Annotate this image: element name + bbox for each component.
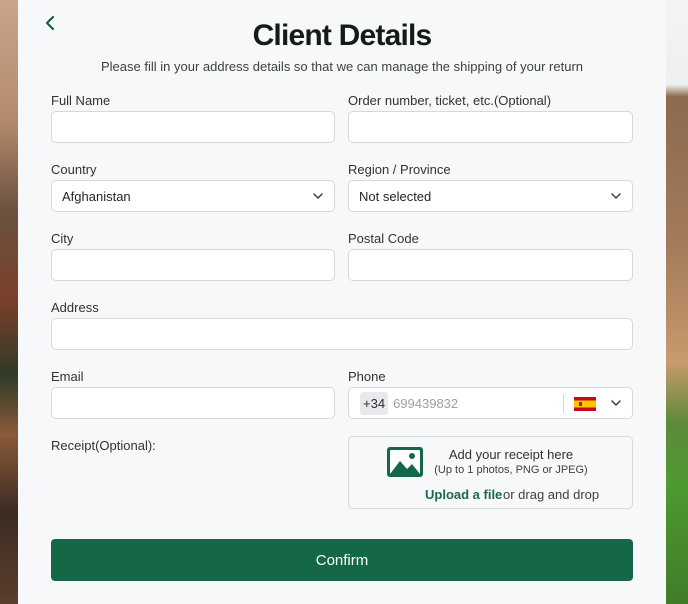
phone-divider [563,394,564,413]
email-label: Email [51,369,84,384]
country-select[interactable]: Afghanistan [51,180,335,212]
client-details-modal: Client Details Please fill in your addre… [18,0,666,604]
chevron-down-icon [611,193,621,199]
drag-drop-text: or drag and drop [503,487,600,502]
image-icon [387,447,423,477]
receipt-label: Receipt(Optional): [51,438,156,453]
chevron-down-icon[interactable] [610,398,622,408]
city-input[interactable] [51,249,335,281]
postal-code-input[interactable] [348,249,633,281]
background-photo-left [0,0,18,604]
chevron-down-icon [313,193,323,199]
order-number-input[interactable] [348,111,633,143]
address-label: Address [51,300,99,315]
region-value: Not selected [359,188,432,204]
region-select[interactable]: Not selected [348,180,633,212]
phone-field[interactable]: +34 699439832 [348,387,633,419]
phone-label: Phone [348,369,386,384]
email-input[interactable] [51,387,335,419]
phone-input[interactable]: 699439832 [393,396,458,411]
page-subtitle: Please fill in your address details so t… [101,59,583,74]
phone-country-code: +34 [360,391,389,415]
receipt-dropzone[interactable]: Add your receipt here (Up to 1 photos, P… [348,436,633,509]
address-input[interactable] [51,318,633,350]
spain-flag-icon[interactable] [574,397,596,411]
country-value: Afghanistan [62,188,131,204]
postal-code-label: Postal Code [348,231,419,246]
upload-file-link[interactable]: Upload a file [425,487,502,502]
confirm-button[interactable]: Confirm [51,539,633,581]
order-number-label: Order number, ticket, etc.(Optional) [348,93,552,108]
city-label: City [51,231,74,246]
region-label: Region / Province [348,162,451,177]
receipt-hint: (Up to 1 photos, PNG or JPEG) [434,464,588,476]
full-name-input[interactable] [51,111,335,143]
full-name-label: Full Name [51,93,111,108]
receipt-title: Add your receipt here [448,447,574,462]
background-photo-right [666,0,688,604]
page-title: Client Details [252,19,433,52]
country-label: Country [51,162,97,177]
